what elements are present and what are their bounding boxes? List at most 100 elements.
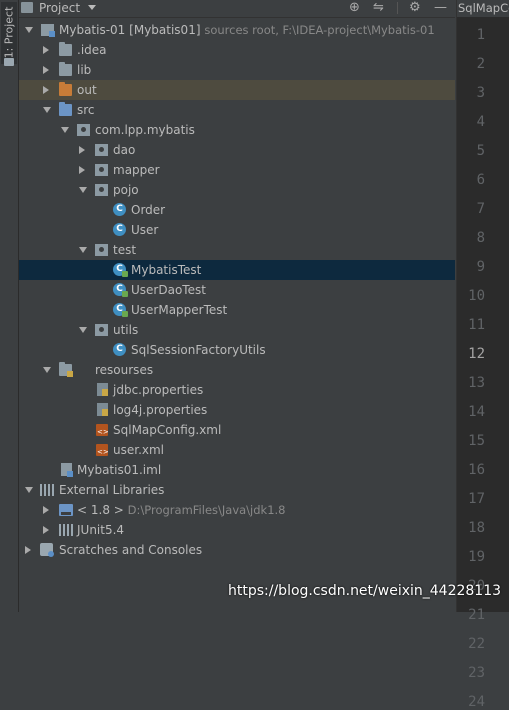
package-icon	[95, 324, 108, 336]
tree-item-label: user.xml	[113, 443, 165, 457]
line-number: 16	[468, 462, 485, 478]
tree-item-user-mapper-test[interactable]: C UserMapperTest	[19, 300, 455, 320]
tree-item-label: SqlMapConfig.xml	[113, 423, 222, 437]
expand-arrow-icon[interactable]	[43, 526, 49, 534]
jdk-name: < 1.8 >	[77, 503, 124, 517]
tree-item-root[interactable]: Mybatis-01 [Mybatis01] sources root, F:\…	[19, 20, 455, 40]
collapse-arrow-icon[interactable]	[79, 247, 87, 253]
tree-item-label: UserMapperTest	[131, 303, 228, 317]
tree-item-label: mapper	[113, 163, 160, 177]
tree-item-label: JUnit5.4	[77, 523, 125, 537]
package-icon	[77, 124, 90, 136]
tree-item-idea[interactable]: .idea	[19, 40, 455, 60]
project-view-selector[interactable]: Project	[21, 0, 97, 16]
tree-item-utils[interactable]: utils	[19, 320, 455, 340]
line-number: 2	[476, 56, 485, 72]
tree-item-src[interactable]: src	[19, 100, 455, 120]
expand-arrow-icon[interactable]	[79, 166, 85, 174]
line-number: 4	[476, 114, 485, 130]
tree-item-label: utils	[113, 323, 139, 337]
line-number: 14	[468, 404, 485, 420]
line-number: 3	[476, 85, 485, 101]
package-icon	[95, 164, 108, 176]
xml-file-icon	[96, 442, 109, 462]
scratches-icon	[40, 543, 54, 557]
tree-item-mapper[interactable]: mapper	[19, 160, 455, 180]
line-number: 9	[476, 259, 485, 275]
tree-item-user-dao-test[interactable]: C UserDaoTest	[19, 280, 455, 300]
tree-item-label: .idea	[77, 43, 107, 57]
tree-item-out[interactable]: out	[19, 80, 455, 100]
tree-item-user-xml[interactable]: user.xml	[19, 440, 455, 462]
collapse-arrow-icon[interactable]	[79, 187, 87, 193]
collapse-arrow-icon[interactable]	[25, 487, 33, 493]
properties-file-icon	[97, 403, 108, 416]
root-module-name: Mybatis-01	[59, 23, 126, 37]
class-icon: C	[113, 343, 126, 356]
module-folder-icon	[41, 24, 55, 37]
tree-item-label: jdbc.properties	[113, 383, 204, 397]
test-class-icon: C	[113, 283, 128, 297]
collapse-arrow-icon[interactable]	[43, 367, 51, 373]
tree-item-sql-map-config[interactable]: SqlMapConfig.xml	[19, 420, 455, 442]
expand-arrow-icon[interactable]	[79, 146, 85, 154]
line-number: 10	[468, 288, 485, 304]
editor-tab[interactable]: SqlMapConfig.xml	[457, 0, 509, 17]
tree-item-log4j-properties[interactable]: log4j.properties	[19, 400, 455, 420]
tree-item-junit[interactable]: JUnit5.4	[19, 520, 455, 540]
tree-item-label: log4j.properties	[113, 403, 208, 417]
line-number: 21	[468, 607, 485, 623]
line-number: 22	[468, 636, 485, 652]
split-icon[interactable]: ⇋	[373, 0, 384, 15]
tree-item-sql-session-factory-utils[interactable]: C SqlSessionFactoryUtils	[19, 340, 455, 360]
line-number: 12	[468, 346, 485, 362]
expand-arrow-icon[interactable]	[43, 506, 49, 514]
expand-arrow-icon[interactable]	[43, 46, 49, 54]
tree-item-lib[interactable]: lib	[19, 60, 455, 80]
expand-arrow-icon[interactable]	[25, 546, 31, 554]
expand-arrow-icon[interactable]	[43, 66, 49, 74]
collapse-arrow-icon[interactable]	[25, 27, 33, 33]
collapse-arrow-icon[interactable]	[79, 327, 87, 333]
minimize-icon[interactable]: —	[434, 0, 447, 15]
tree-item-mybatis-test[interactable]: C MybatisTest	[19, 260, 455, 280]
package-icon	[95, 244, 108, 256]
tree-item-jdbc-properties[interactable]: jdbc.properties	[19, 380, 455, 400]
expand-arrow-icon[interactable]	[43, 86, 49, 94]
test-class-icon: C	[113, 303, 128, 317]
tree-item-label: External Libraries	[59, 483, 165, 497]
tree-item-label: Order	[131, 203, 166, 217]
structure-icon[interactable]	[4, 58, 14, 66]
editor-area[interactable]: SqlMapConfig.xml 12345678910111213141516…	[456, 0, 509, 710]
tree-item-iml[interactable]: Mybatis01.iml	[19, 460, 455, 480]
project-panel-header: Project ⊕ ⇋ ⚙ —	[19, 0, 455, 18]
tree-item-test[interactable]: test	[19, 240, 455, 260]
tree-item-label: out	[77, 83, 97, 97]
tree-item-order[interactable]: C Order	[19, 200, 455, 220]
tree-item-label: Scratches and Consoles	[59, 543, 203, 557]
collapse-arrow-icon[interactable]	[43, 107, 51, 113]
target-icon[interactable]: ⊕	[349, 0, 360, 15]
resources-folder-icon	[59, 362, 73, 377]
project-tool-window-button[interactable]: 1: Project	[1, 2, 17, 64]
tree-item-package[interactable]: com.lpp.mybatis	[19, 120, 455, 140]
line-number: 19	[468, 549, 485, 565]
test-class-icon: C	[113, 263, 128, 277]
package-icon	[95, 144, 108, 156]
tree-item-dao[interactable]: dao	[19, 140, 455, 160]
tree-item-resources[interactable]: resourses	[19, 360, 455, 380]
gear-icon[interactable]: ⚙	[409, 0, 421, 15]
tree-item-scratches[interactable]: Scratches and Consoles	[19, 540, 455, 560]
tree-item-external-libraries[interactable]: External Libraries	[19, 480, 455, 500]
tree-item-user[interactable]: C User	[19, 220, 455, 240]
tree-item-jdk[interactable]: < 1.8 > D:\ProgramFiles\Java\jdk1.8	[19, 500, 455, 520]
library-icon	[59, 524, 73, 536]
project-tool-window-label: 1: Project	[2, 6, 16, 59]
collapse-arrow-icon[interactable]	[61, 127, 69, 133]
tree-item-pojo[interactable]: pojo	[19, 180, 455, 200]
root-module-hint: sources root, F:\IDEA-project\Mybatis-01	[204, 23, 435, 37]
line-number: 17	[468, 491, 485, 507]
tree-item-label: dao	[113, 143, 136, 157]
line-number: 1	[476, 27, 485, 43]
excluded-folder-icon	[59, 82, 72, 96]
